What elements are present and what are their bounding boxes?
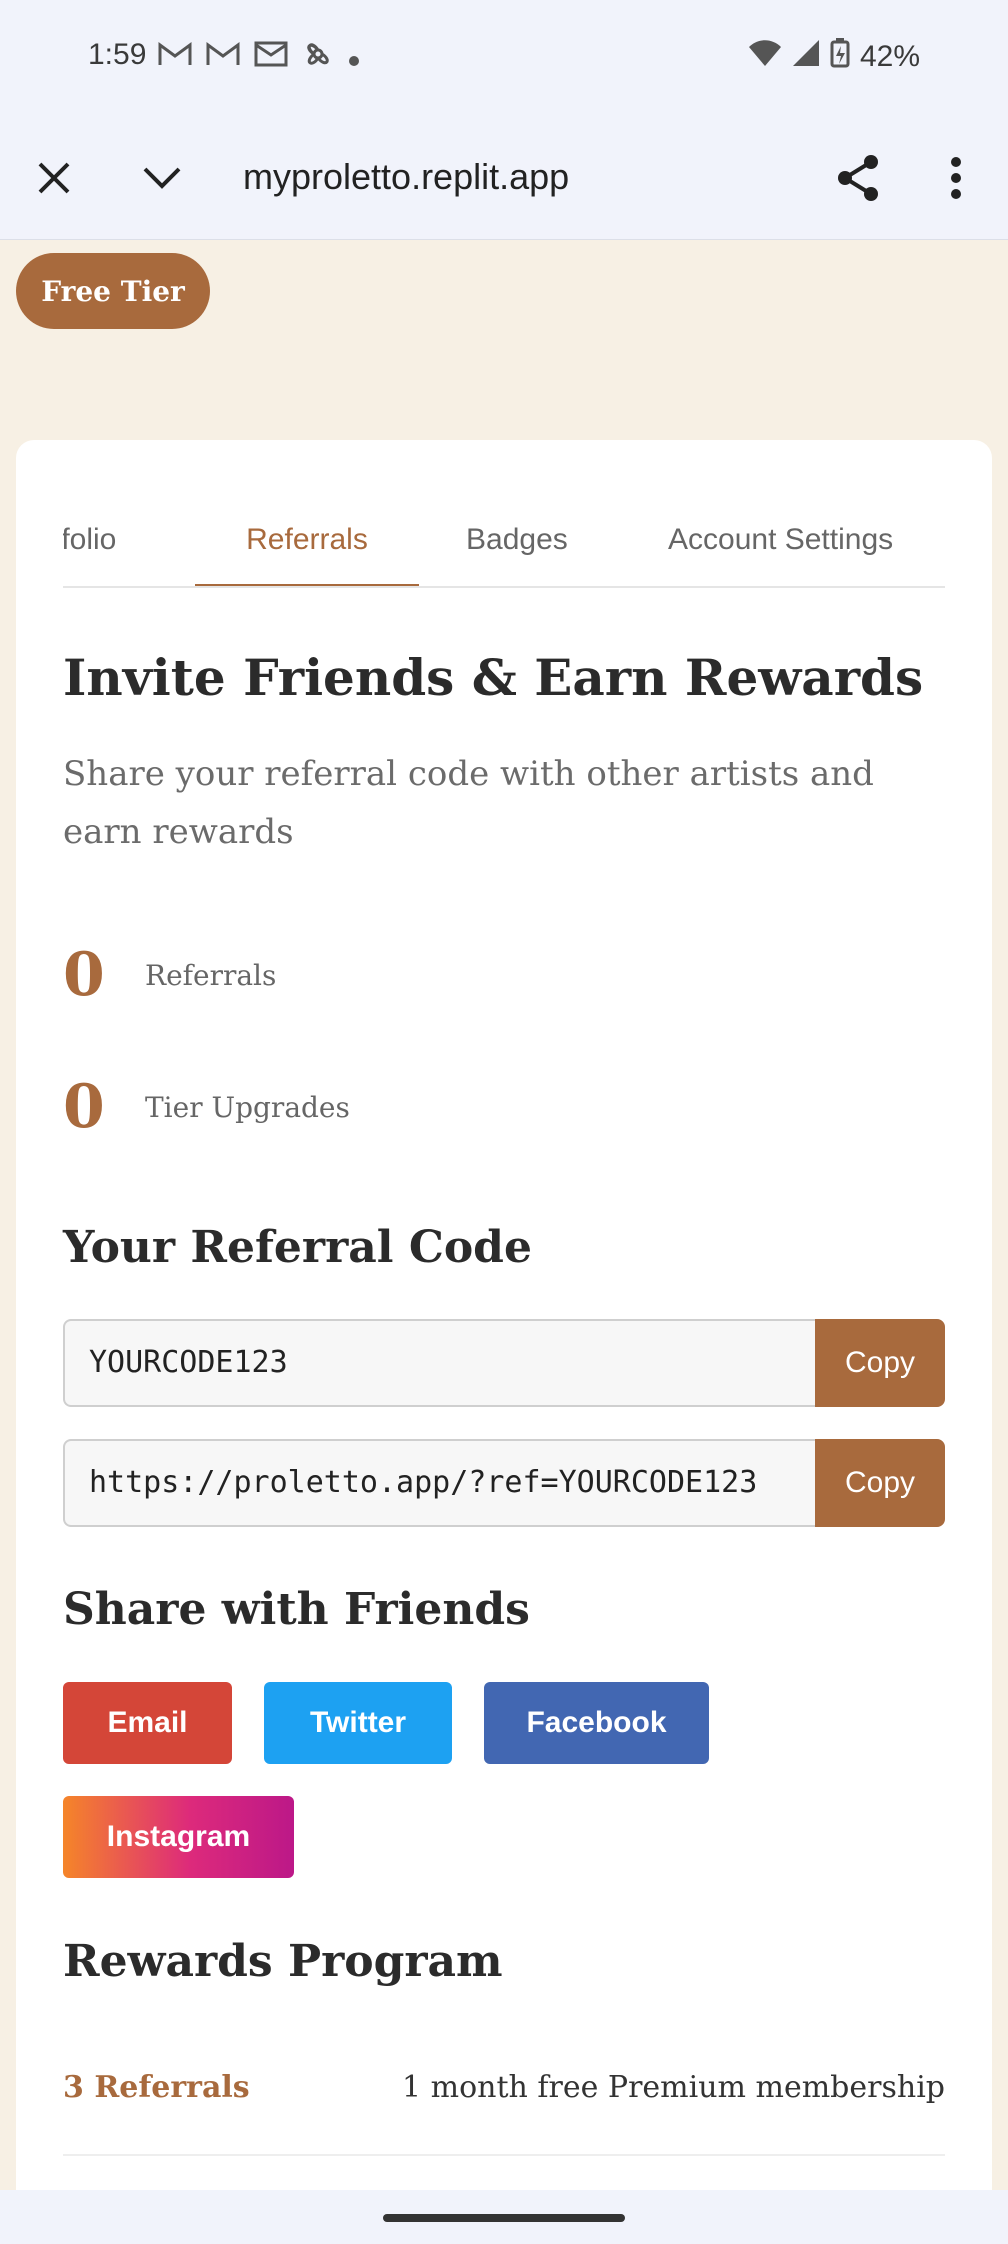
tier-badge: Free Tier (16, 253, 210, 329)
tab-referrals[interactable]: Referrals (195, 512, 419, 586)
stat-label: Tier Upgrades (145, 1090, 350, 1124)
gmail-icon (158, 41, 192, 74)
status-right: 42% (748, 38, 920, 76)
mail-icon (254, 41, 288, 74)
profile-tabs: tfolio Referrals Badges Account Settings (63, 512, 945, 588)
gesture-bar (0, 2190, 1008, 2244)
battery-percent: 42% (859, 40, 920, 73)
signal-icon (792, 39, 820, 75)
status-time: 1:59 (88, 38, 147, 71)
notification-icons (158, 38, 360, 77)
referrals-card: tfolio Referrals Badges Account Settings… (16, 440, 992, 2244)
close-icon[interactable] (26, 150, 82, 206)
battery-icon (830, 38, 850, 76)
share-title: Share with Friends (63, 1584, 530, 1635)
tab-portfolio[interactable]: tfolio (63, 512, 116, 586)
stat-tier-upgrades: 0 Tier Upgrades (63, 1072, 350, 1142)
pinwheel-icon (302, 38, 334, 77)
reward-row: 3 Referrals 1 month free Premium members… (63, 2070, 945, 2156)
share-instagram-button[interactable]: Instagram (63, 1796, 294, 1878)
stat-label: Referrals (145, 958, 277, 992)
share-icon[interactable] (830, 150, 886, 206)
copy-code-button[interactable]: Copy (815, 1319, 945, 1407)
status-bar: 1:59 42% (0, 0, 1008, 116)
more-options-icon[interactable] (928, 150, 984, 206)
share-email-button[interactable]: Email (63, 1682, 232, 1764)
invite-subtitle: Share your referral code with other arti… (63, 754, 874, 852)
tab-badges[interactable]: Badges (466, 512, 568, 586)
stat-value: 0 (63, 1072, 105, 1142)
referral-code-field[interactable]: YOURCODE123 (63, 1319, 815, 1407)
reward-requirement: 3 Referrals (63, 2070, 250, 2105)
tab-account-settings[interactable]: Account Settings (668, 512, 893, 586)
share-facebook-button[interactable]: Facebook (484, 1682, 709, 1764)
home-indicator[interactable] (383, 2214, 625, 2222)
chevron-down-icon[interactable] (134, 150, 190, 206)
referral-link-field[interactable]: https://proletto.app/?ref=YOURCODE123 (63, 1439, 815, 1527)
referral-link-row: https://proletto.app/?ref=YOURCODE123 Co… (63, 1439, 945, 1527)
invite-title: Invite Friends & Earn Rewards (63, 648, 924, 707)
rewards-title: Rewards Program (63, 1936, 503, 1987)
referral-code-row: YOURCODE123 Copy (63, 1319, 945, 1407)
dot-icon (348, 42, 360, 74)
browser-toolbar: myproletto.replit.app (0, 116, 1008, 240)
reward-description: 1 month free Premium membership (402, 2070, 945, 2105)
stat-value: 0 (63, 940, 105, 1010)
url-bar[interactable]: myproletto.replit.app (243, 156, 569, 198)
gmail-icon (206, 41, 240, 74)
referral-code-title: Your Referral Code (63, 1222, 532, 1273)
copy-link-button[interactable]: Copy (815, 1439, 945, 1527)
stat-referrals: 0 Referrals (63, 940, 276, 1010)
share-twitter-button[interactable]: Twitter (264, 1682, 452, 1764)
wifi-icon (748, 39, 782, 75)
